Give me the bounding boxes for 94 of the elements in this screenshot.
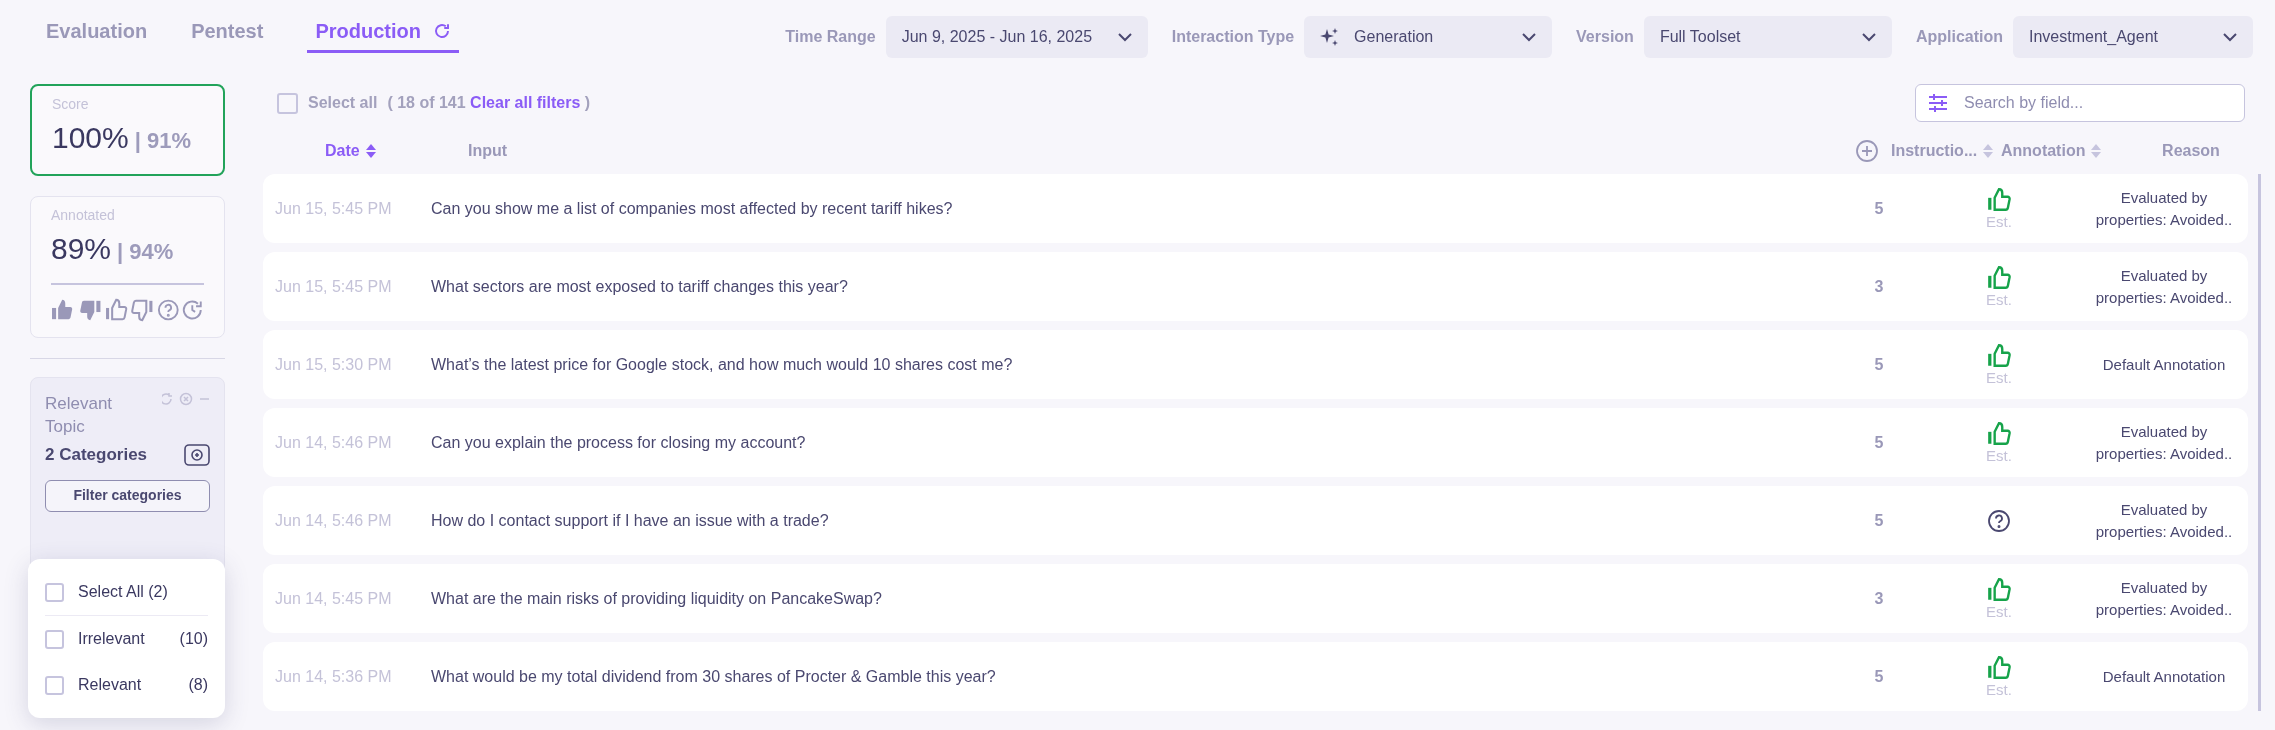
instructions-cell-text: 3 (1873, 276, 1885, 297)
input-cell-text: What are the main risks of providing liquidity on PancakeSwap? (431, 588, 883, 609)
filter-categories-button[interactable]: Filter categories (45, 479, 210, 512)
selection-count: ( 18 of 141 Clear all filters ) (387, 93, 591, 113)
thumbs-up-icon (1986, 342, 2012, 369)
instructions-cell-text: 5 (1873, 198, 1885, 219)
date-cell-text: Jun 15, 5:45 PM (274, 276, 393, 297)
question-icon[interactable] (156, 298, 180, 322)
table-row[interactable]: Jun 14, 5:45 PM What are the main risks of providing liquidity on PancakeSwap? 3 Est. Evaluated by properties: Avoided.. (263, 564, 2248, 633)
filter-dropdown[interactable]: Generation (1304, 16, 1553, 58)
instructions-cell-text: 3 (1873, 588, 1885, 609)
estimate-label: Est. (1986, 290, 2012, 309)
date-cell-text: Jun 15, 5:45 PM (274, 198, 393, 219)
category-option[interactable]: Select All (2) (45, 577, 208, 607)
filter-label: Interaction Type (1171, 27, 1295, 47)
tab[interactable]: Production (307, 16, 459, 53)
category-count: 2 Categories (45, 444, 148, 466)
table-row[interactable]: Jun 14, 5:46 PM How do I contact support if I have an issue with a trade? 5 Evaluated by properties: Avoided.. (263, 486, 2248, 555)
checkbox[interactable] (45, 675, 64, 695)
input-cell-text: Can you show me a list of companies most affected by recent tariff hikes? (431, 198, 954, 219)
instructions-cell-text: 5 (1873, 510, 1885, 531)
refresh-icon (432, 22, 451, 40)
select-all-checkbox[interactable] (277, 92, 298, 114)
add-column-icon[interactable] (1855, 139, 1879, 163)
input-cell-text: What sectors are most exposed to tariff changes this year? (431, 276, 849, 297)
column-header: Input (468, 141, 509, 161)
reason-cell-text: Evaluated by properties: Avoided.. (2094, 187, 2234, 230)
metric-value: 89% (51, 231, 112, 267)
reason-cell-text: Evaluated by properties: Avoided.. (2094, 421, 2234, 464)
estimate-label: Est. (1986, 212, 2012, 231)
reason-cell-text: Evaluated by properties: Avoided.. (2094, 577, 2234, 620)
topic-title: Relevant Topic (45, 393, 114, 438)
estimate-label: Est. (1986, 446, 2012, 465)
category-settings-icon[interactable] (184, 443, 210, 466)
thumbs-up-icon (1986, 264, 2012, 291)
checkbox[interactable] (45, 629, 64, 649)
sort-icon (365, 144, 376, 158)
date-cell-text: Jun 14, 5:45 PM (274, 588, 393, 609)
column-header: Reason (2161, 141, 2221, 161)
filter-label: Application (1915, 27, 2003, 47)
estimate-label: Est. (1986, 602, 2012, 621)
input-cell-text: How do I contact support if I have an issue with a trade? (431, 510, 830, 531)
metric-value: 100% (52, 120, 129, 156)
select-all-label: Select all (308, 93, 378, 113)
metric-secondary: | 91% (134, 127, 192, 155)
question-icon (1987, 508, 2011, 533)
sort-icon (2091, 144, 2102, 158)
estimate-label: Est. (1986, 368, 2012, 387)
table-row[interactable]: Jun 15, 5:45 PM Can you show me a list of companies most affected by recent tariff hikes? 5 Est. Evaluated by properties: Avoided.. (263, 174, 2248, 243)
reason-cell-text: Evaluated by properties: Avoided.. (2094, 499, 2234, 542)
input-cell-text: Can you explain the process for closing my account? (431, 432, 807, 453)
reason-cell-text: Default Annotation (2101, 354, 2227, 375)
estimate-label: Est. (1986, 680, 2012, 699)
sort-icon (1983, 144, 1994, 158)
instructions-cell-text: 5 (1873, 666, 1885, 687)
filter-label: Version (1576, 27, 1634, 47)
table-row[interactable]: Jun 14, 5:46 PM Can you explain the process for closing my account? 5 Est. Evaluated by properties: Avoided.. (263, 408, 2248, 477)
thumbs-up-icon (1986, 186, 2012, 213)
clear-filters-link[interactable]: Clear all filters (470, 94, 581, 111)
thumbs-down-outline-icon[interactable] (130, 297, 155, 323)
column-header[interactable]: Date (263, 139, 468, 163)
filter-dropdown[interactable]: Jun 9, 2025 - Jun 16, 2025 (885, 16, 1148, 58)
checkbox[interactable] (45, 582, 64, 602)
date-cell-text: Jun 15, 5:30 PM (274, 354, 393, 375)
date-cell-text: Jun 14, 5:46 PM (274, 510, 393, 531)
filter-sliders-icon (1927, 93, 1949, 113)
thumbs-up-icon (1986, 420, 2012, 447)
instructions-cell-text: 5 (1873, 354, 1885, 375)
table-row[interactable]: Jun 15, 5:30 PM What’s the latest price for Google stock, and how much would 10 shares cost me? 5 Est. Default Annotation (263, 330, 2248, 399)
category-option[interactable]: Irrelevant (10) (45, 624, 208, 654)
input-cell-text: What’s the latest price for Google stock, and how much would 10 shares cost me? (431, 354, 1014, 375)
thumbs-up-outline-icon[interactable] (103, 297, 129, 323)
filter-dropdown[interactable]: Full Toolset (1643, 16, 1892, 58)
category-option[interactable]: Relevant (8) (45, 670, 208, 700)
chevron-down-icon (1117, 32, 1132, 42)
filter-label: Time Range (785, 27, 876, 47)
metric-secondary: | 94% (117, 238, 174, 266)
chevron-down-icon (2223, 32, 2237, 42)
input-cell-text: What would be my total dividend from 30 shares of Procter & Gamble this year? (431, 666, 997, 687)
card-controls-icon[interactable] (162, 392, 210, 406)
chevron-down-icon (1861, 32, 1876, 42)
table-row[interactable]: Jun 15, 5:45 PM What sectors are most exposed to tariff changes this year? 3 Est. Evaluated by properties: Avoided.. (263, 252, 2248, 321)
date-cell-text: Jun 14, 5:36 PM (274, 666, 393, 687)
chevron-down-icon (1522, 32, 1537, 42)
search-field[interactable]: Search by field... (1915, 84, 2245, 122)
clock-refresh-icon[interactable] (181, 298, 204, 322)
thumbs-up-icon (1986, 654, 2012, 681)
thumbs-up-icon (1986, 576, 2012, 603)
reason-cell-text: Default Annotation (2101, 666, 2227, 687)
reason-cell-text: Evaluated by properties: Avoided.. (2094, 265, 2234, 308)
filter-dropdown[interactable]: Investment_Agent (2013, 16, 2253, 58)
table-row[interactable]: Jun 14, 5:36 PM What would be my total dividend from 30 shares of Procter & Gamble this year? 5 Est. Default Annotation (263, 642, 2248, 711)
instructions-cell-text: 5 (1873, 432, 1885, 453)
date-cell-text: Jun 14, 5:46 PM (274, 432, 393, 453)
